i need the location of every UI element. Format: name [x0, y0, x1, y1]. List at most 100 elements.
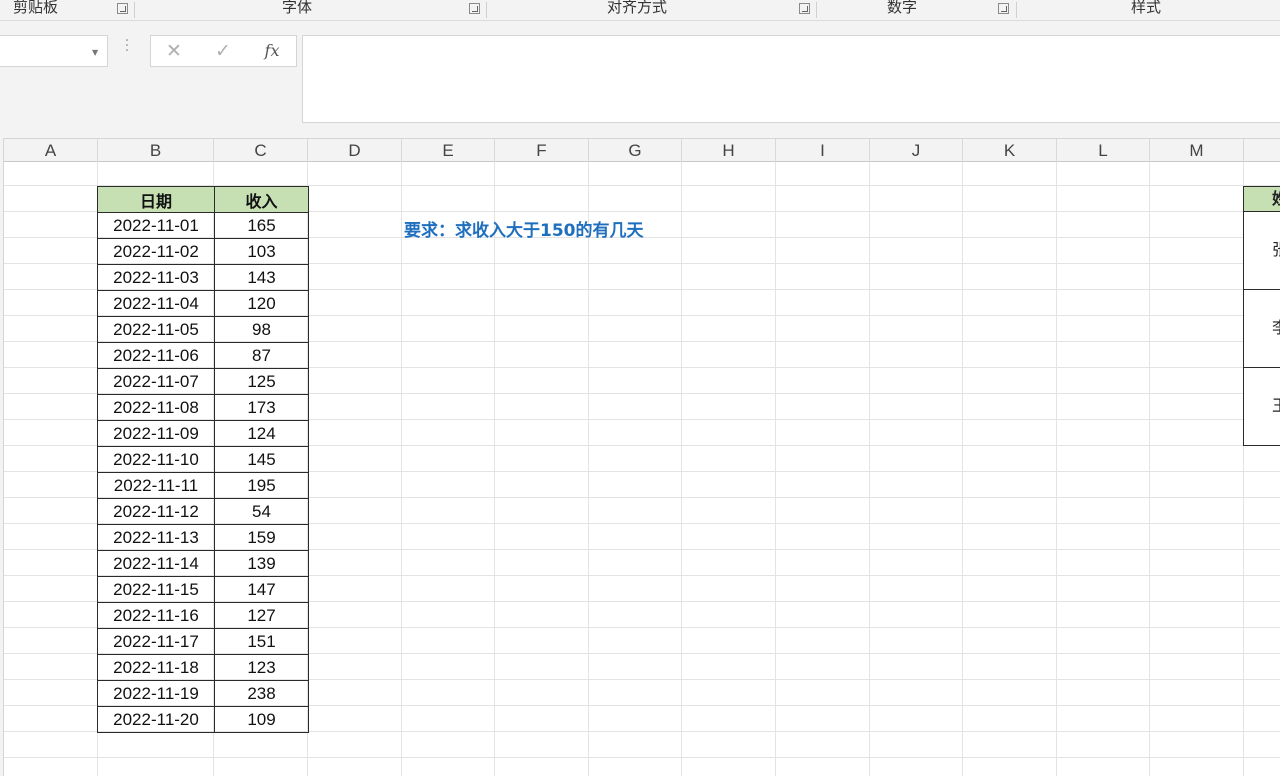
table-row: 2022-11-13 159 [97, 524, 309, 551]
income-cell[interactable]: 173 [214, 394, 309, 421]
row-header-edge [0, 138, 4, 776]
date-cell[interactable]: 2022-11-16 [97, 602, 215, 629]
income-cell[interactable]: 109 [214, 706, 309, 733]
income-cell[interactable]: 123 [214, 654, 309, 681]
income-cell[interactable]: 103 [214, 238, 309, 265]
ribbon-group-bar: 剪贴板 字体 对齐方式 数字 样式 [0, 0, 1280, 21]
insert-function-icon[interactable]: fx [257, 38, 287, 64]
date-cell[interactable]: 2022-11-13 [97, 524, 215, 551]
table-row: 2022-11-11 195 [97, 472, 309, 499]
clipboard-dialog-launcher-icon[interactable] [117, 3, 128, 14]
table-row: 2022-11-07 125 [97, 368, 309, 395]
name-box[interactable]: ▼ [0, 35, 108, 67]
income-cell[interactable]: 120 [214, 290, 309, 317]
name-cell[interactable]: 王 [1243, 368, 1280, 446]
table-row: 2022-11-16 127 [97, 602, 309, 629]
income-table: 日期 收入 2022-11-01 165 2022-11-02 103 2022-11-… [97, 186, 309, 733]
date-cell[interactable]: 2022-11-18 [97, 654, 215, 681]
income-cell[interactable]: 147 [214, 576, 309, 603]
enter-icon[interactable]: ✓ [208, 38, 238, 64]
ribbon-group-font: 字体 [135, 0, 485, 21]
income-cell[interactable]: 159 [214, 524, 309, 551]
table-row: 2022-11-12 54 [97, 498, 309, 525]
table-row: 2022-11-06 87 [97, 342, 309, 369]
date-cell[interactable]: 2022-11-15 [97, 576, 215, 603]
column-header-d[interactable]: D [308, 139, 402, 162]
income-cell[interactable]: 165 [214, 212, 309, 239]
table-row: 2022-11-05 98 [97, 316, 309, 343]
date-cell[interactable]: 2022-11-10 [97, 446, 215, 473]
table-row: 2022-11-01 165 [97, 212, 309, 239]
gridline [681, 162, 682, 776]
column-header-i[interactable]: I [776, 139, 870, 162]
income-cell[interactable]: 145 [214, 446, 309, 473]
column-header-b[interactable]: B [98, 139, 214, 162]
table-header-row: 日期 收入 [97, 186, 309, 213]
date-cell[interactable]: 2022-11-17 [97, 628, 215, 655]
gridline [588, 162, 589, 776]
income-cell[interactable]: 195 [214, 472, 309, 499]
income-cell[interactable]: 87 [214, 342, 309, 369]
formula-bar-resize-handle-icon[interactable]: · · · [124, 34, 130, 58]
number-dialog-launcher-icon[interactable] [998, 3, 1009, 14]
header-date-cell[interactable]: 日期 [97, 186, 215, 213]
font-dialog-launcher-icon[interactable] [469, 3, 480, 14]
formula-input[interactable] [302, 35, 1280, 123]
income-cell[interactable]: 124 [214, 420, 309, 447]
income-cell[interactable]: 151 [214, 628, 309, 655]
date-cell[interactable]: 2022-11-01 [97, 212, 215, 239]
date-cell[interactable]: 2022-11-02 [97, 238, 215, 265]
date-cell[interactable]: 2022-11-14 [97, 550, 215, 577]
column-header-k[interactable]: K [963, 139, 1057, 162]
name-header-cell[interactable]: 姓 [1243, 186, 1280, 212]
income-cell[interactable]: 125 [214, 368, 309, 395]
income-cell[interactable]: 139 [214, 550, 309, 577]
ribbon-group-number: 数字 [817, 0, 1015, 21]
date-cell[interactable]: 2022-11-11 [97, 472, 215, 499]
name-table-partial: 姓 张 李 王 [1243, 186, 1280, 446]
date-cell[interactable]: 2022-11-03 [97, 264, 215, 291]
income-cell[interactable]: 143 [214, 264, 309, 291]
alignment-dialog-launcher-icon[interactable] [799, 3, 810, 14]
date-cell[interactable]: 2022-11-05 [97, 316, 215, 343]
header-income-cell[interactable]: 收入 [214, 186, 309, 213]
income-cell[interactable]: 54 [214, 498, 309, 525]
column-header-c[interactable]: C [214, 139, 308, 162]
table-row: 2022-11-17 151 [97, 628, 309, 655]
requirement-note[interactable]: 要求：求收入大于150的有几天 [404, 216, 644, 241]
column-header-f[interactable]: F [495, 139, 589, 162]
gridline [869, 162, 870, 776]
table-row: 2022-11-18 123 [97, 654, 309, 681]
gridline [1056, 162, 1057, 776]
number-group-label: 数字 [887, 0, 918, 16]
ribbon-group-styles: 样式 [1017, 0, 1280, 21]
date-cell[interactable]: 2022-11-07 [97, 368, 215, 395]
date-cell[interactable]: 2022-11-19 [97, 680, 215, 707]
clipboard-group-label: 剪贴板 [13, 0, 59, 16]
date-cell[interactable]: 2022-11-04 [97, 290, 215, 317]
column-header-a[interactable]: A [4, 139, 98, 162]
name-cell[interactable]: 李 [1243, 290, 1280, 368]
date-cell[interactable]: 2022-11-08 [97, 394, 215, 421]
income-cell[interactable]: 127 [214, 602, 309, 629]
date-cell[interactable]: 2022-11-12 [97, 498, 215, 525]
table-row: 2022-11-15 147 [97, 576, 309, 603]
column-header-h[interactable]: H [682, 139, 776, 162]
date-cell[interactable]: 2022-11-06 [97, 342, 215, 369]
gridline [775, 162, 776, 776]
name-cell[interactable]: 张 [1243, 212, 1280, 290]
table-row: 2022-11-14 139 [97, 550, 309, 577]
income-cell[interactable]: 238 [214, 680, 309, 707]
cancel-icon[interactable]: ✕ [159, 38, 189, 64]
date-cell[interactable]: 2022-11-09 [97, 420, 215, 447]
table-row: 2022-11-02 103 [97, 238, 309, 265]
chevron-down-icon[interactable]: ▼ [92, 48, 98, 57]
date-cell[interactable]: 2022-11-20 [97, 706, 215, 733]
column-header-j[interactable]: J [870, 139, 963, 162]
income-cell[interactable]: 98 [214, 316, 309, 343]
table-row: 2022-11-19 238 [97, 680, 309, 707]
column-header-g[interactable]: G [589, 139, 682, 162]
column-header-e[interactable]: E [402, 139, 495, 162]
column-header-l[interactable]: L [1057, 139, 1150, 162]
column-header-m[interactable]: M [1150, 139, 1244, 162]
